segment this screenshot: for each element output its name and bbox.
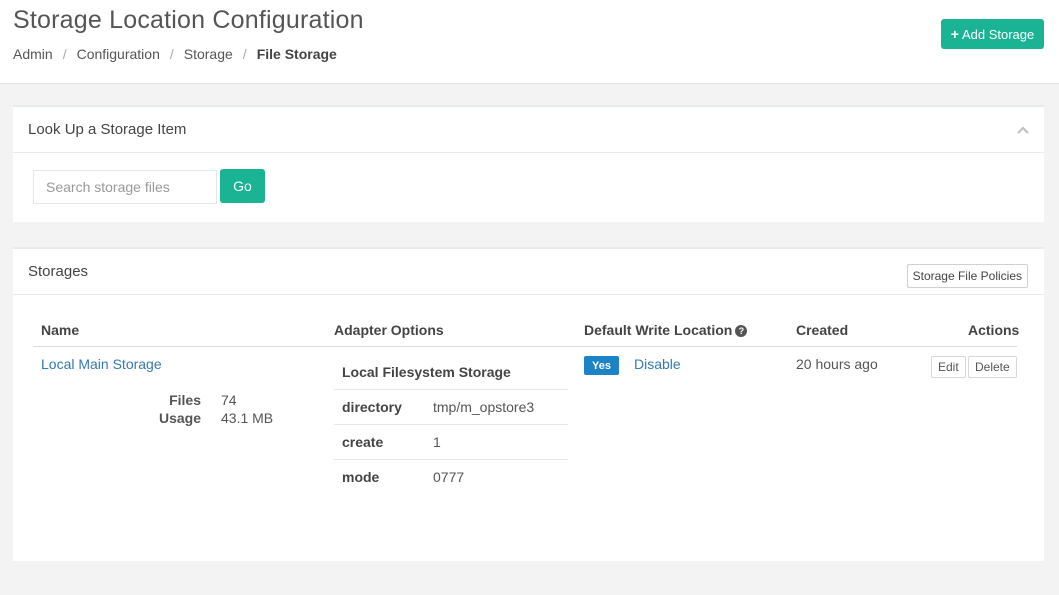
chevron-up-icon[interactable]	[1016, 123, 1030, 137]
breadcrumb-admin[interactable]: Admin	[13, 46, 53, 62]
adapter-title: Local Filesystem Storage	[342, 364, 511, 380]
lookup-panel: Look Up a Storage Item Go	[13, 105, 1044, 222]
option-value: 1	[433, 434, 441, 450]
adapter-title-row: Local Filesystem Storage	[334, 354, 568, 390]
storages-panel-title: Storages	[28, 263, 89, 280]
option-key: create	[342, 434, 384, 450]
option-value: 0777	[433, 469, 465, 485]
usage-label: Usage	[158, 410, 201, 426]
option-key: directory	[342, 399, 402, 415]
storages-panel-header: Storages Storage File Policies	[13, 249, 1044, 295]
disable-link[interactable]: Disable	[634, 356, 681, 372]
option-key: mode	[342, 469, 380, 485]
default-write-badge: Yes	[584, 356, 619, 375]
edit-button[interactable]: Edit	[931, 356, 966, 378]
default-write-label: Default Write Location	[584, 322, 733, 338]
breadcrumb-storage[interactable]: Storage	[184, 46, 233, 62]
table-header-divider	[33, 346, 1017, 347]
created-time: 20 hours ago	[796, 356, 878, 372]
storage-file-policies-button[interactable]: Storage File Policies	[906, 264, 1028, 288]
lookup-panel-title: Look Up a Storage Item	[28, 121, 187, 138]
page-header: Storage Location Configuration Admin / C…	[0, 0, 1059, 84]
storages-panel: Storages Storage File Policies Name Adap…	[13, 247, 1044, 561]
go-button[interactable]: Go	[220, 169, 265, 203]
column-header-name: Name	[41, 322, 80, 338]
storage-name-link[interactable]: Local Main Storage	[41, 356, 162, 372]
usage-value: 43.1 MB	[221, 410, 274, 426]
breadcrumb-separator: /	[242, 46, 247, 62]
breadcrumb-configuration[interactable]: Configuration	[77, 46, 160, 62]
lookup-panel-header: Look Up a Storage Item	[13, 107, 1044, 153]
add-storage-label: Add Storage	[961, 26, 1035, 42]
breadcrumb-file-storage: File Storage	[256, 46, 337, 62]
column-header-default-write-location: Default Write Location?	[584, 322, 748, 338]
option-value: tmp/m_opstore3	[433, 399, 535, 415]
column-header-actions: Actions	[968, 322, 1020, 338]
delete-button[interactable]: Delete	[968, 356, 1017, 378]
files-label: Files	[169, 392, 201, 408]
adapter-option-row: mode 0777	[334, 460, 568, 495]
add-storage-button[interactable]: + Add Storage	[941, 19, 1044, 49]
plus-icon: +	[950, 26, 959, 42]
column-header-created: Created	[796, 322, 849, 338]
column-header-adapter-options: Adapter Options	[334, 322, 444, 338]
search-input[interactable]	[33, 170, 217, 204]
breadcrumb-separator: /	[169, 46, 174, 62]
question-circle-icon[interactable]: ?	[735, 325, 748, 337]
files-count: 74	[221, 392, 237, 408]
page-title: Storage Location Configuration	[13, 6, 364, 34]
adapter-option-row: create 1	[334, 425, 568, 460]
breadcrumb-separator: /	[62, 46, 67, 62]
breadcrumb: Admin / Configuration / Storage / File S…	[13, 46, 337, 62]
adapter-option-row: directory tmp/m_opstore3	[334, 390, 568, 425]
